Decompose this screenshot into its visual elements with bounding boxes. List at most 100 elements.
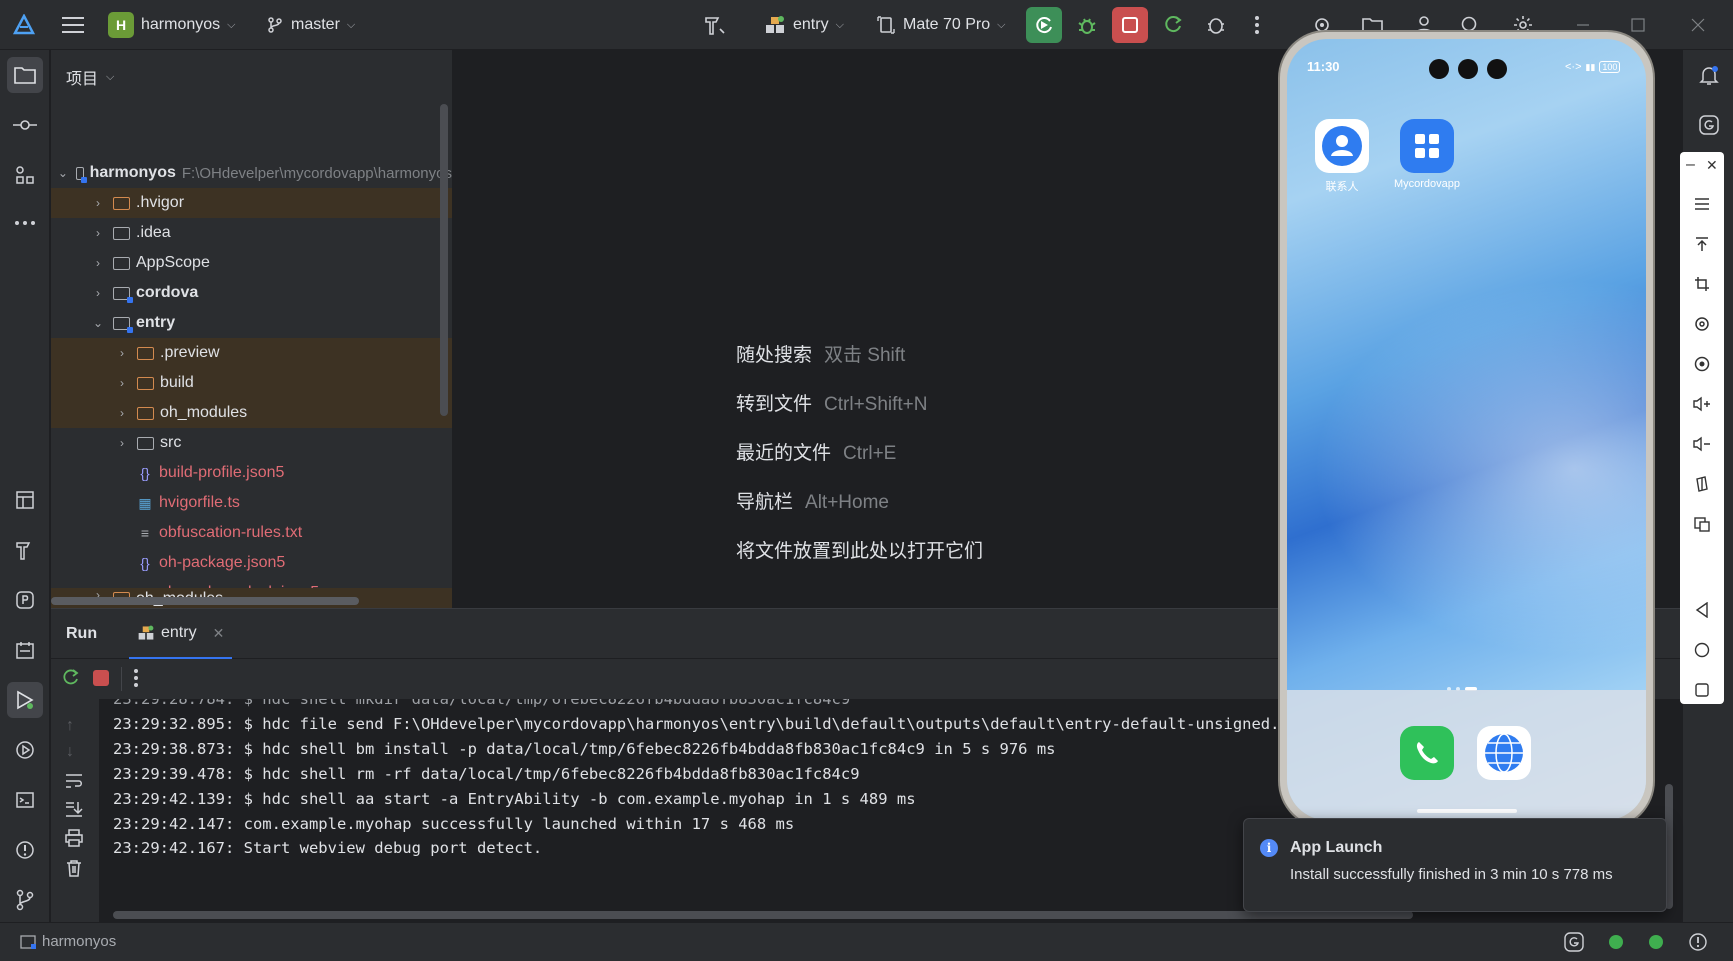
problems-icon[interactable] xyxy=(7,832,43,868)
rerun-icon[interactable] xyxy=(61,668,81,688)
arrow-up-icon[interactable]: ↑ xyxy=(66,717,74,735)
battery-icon: 100 xyxy=(1599,61,1621,73)
todo-calendar-icon[interactable] xyxy=(7,632,43,668)
soft-wrap-icon[interactable] xyxy=(65,773,83,789)
contacts-app-icon[interactable] xyxy=(1315,119,1369,173)
nav-home-icon[interactable] xyxy=(1680,630,1724,670)
services-icon[interactable] xyxy=(7,732,43,768)
app-logo-icon[interactable] xyxy=(6,7,42,43)
more-tools-icon[interactable] xyxy=(7,205,43,241)
run-tool-icon[interactable] xyxy=(7,682,43,718)
run-side-toolbar: ↑ ↓ xyxy=(51,699,99,923)
fold-device-icon[interactable] xyxy=(1680,464,1724,504)
tree-item[interactable]: › build xyxy=(51,368,452,398)
app-launch-notification[interactable]: i App Launch Install successfully finish… xyxy=(1243,818,1667,912)
status-bar: harmonyos xyxy=(0,922,1733,961)
tree-item[interactable]: › AppScope xyxy=(51,248,452,278)
chevron-down-icon: ⌵ xyxy=(997,18,1006,31)
nav-back-icon[interactable] xyxy=(1680,590,1724,630)
stop-icon[interactable] xyxy=(93,670,109,686)
rotate-icon[interactable] xyxy=(1680,304,1724,344)
divider xyxy=(121,667,122,691)
device-selector[interactable]: Mate 70 Pro ⌵ xyxy=(876,0,1006,50)
tree-item[interactable]: › src xyxy=(51,428,452,458)
build-tool-hammer-icon[interactable] xyxy=(7,532,43,568)
codegenie-icon[interactable] xyxy=(1698,114,1720,136)
tree-root[interactable]: ⌄ harmonyos F:\OHdevelper\mycordovapp\ha… xyxy=(51,158,452,188)
main-menu-icon[interactable] xyxy=(55,7,91,43)
emulator-close-icon[interactable]: ✕ xyxy=(1706,157,1718,174)
arrow-down-icon[interactable]: ↓ xyxy=(66,743,74,761)
chevron-down-icon: ⌵ xyxy=(835,18,844,31)
tree-item[interactable]: ≡ obfuscation-rules.txt xyxy=(51,518,452,548)
record-icon[interactable] xyxy=(1680,344,1724,384)
apply-changes-button[interactable] xyxy=(1155,7,1191,43)
module-folder-icon xyxy=(113,316,133,333)
status-project[interactable]: harmonyos xyxy=(20,933,116,950)
close-window-icon[interactable] xyxy=(1680,7,1716,43)
run-tab-entry[interactable]: entry ✕ xyxy=(129,609,233,659)
hint-recent-files: 最近的文件 Ctrl+E xyxy=(736,438,896,465)
run-config-name: entry xyxy=(793,16,829,33)
close-tab-icon[interactable]: ✕ xyxy=(213,625,225,642)
tree-item[interactable]: › .idea xyxy=(51,218,452,248)
problems-status-icon[interactable] xyxy=(1688,932,1708,952)
codegenie-status-icon[interactable] xyxy=(1564,932,1584,952)
clear-trash-icon[interactable] xyxy=(65,859,83,877)
tree-item[interactable]: {} build-profile.json5 xyxy=(51,458,452,488)
tree-item[interactable]: ⌄ entry xyxy=(51,308,452,338)
folder-icon xyxy=(113,256,130,270)
project-horizontal-scrollbar[interactable] xyxy=(51,597,359,605)
tree-item[interactable]: › .hvigor xyxy=(51,188,452,218)
print-icon[interactable] xyxy=(65,829,83,847)
project-selector[interactable]: H harmonyos ⌵ xyxy=(108,0,236,50)
nav-recents-icon[interactable] xyxy=(1680,670,1724,710)
emulator-minimize-icon[interactable]: – xyxy=(1686,156,1695,174)
tree-item-label: hvigorfile.ts xyxy=(159,494,240,511)
rerun-button[interactable] xyxy=(1026,7,1062,43)
connection-status-icon[interactable] xyxy=(1609,935,1623,949)
structure-icon[interactable] xyxy=(7,157,43,193)
profiler-icon xyxy=(1208,18,1224,34)
project-view-selector[interactable]: 项目 ⌵ xyxy=(66,65,114,89)
scroll-to-end-icon[interactable] xyxy=(65,801,83,817)
console-horizontal-scrollbar[interactable] xyxy=(113,911,1413,919)
tree-item[interactable]: › cordova xyxy=(51,278,452,308)
multi-window-icon[interactable] xyxy=(1680,504,1724,544)
volume-up-icon[interactable] xyxy=(1680,384,1724,424)
pin-top-icon[interactable] xyxy=(1680,224,1724,264)
run-config-selector[interactable]: entry ⌵ xyxy=(764,0,844,50)
browser-app-icon[interactable] xyxy=(1477,726,1531,780)
volume-down-icon[interactable] xyxy=(1680,424,1724,464)
more-actions-button[interactable] xyxy=(1239,7,1275,43)
terminal-icon[interactable] xyxy=(7,782,43,818)
build-hammer-icon[interactable] xyxy=(696,7,732,43)
project-vertical-scrollbar[interactable] xyxy=(440,104,448,416)
layout-inspector-icon[interactable] xyxy=(7,482,43,518)
profiler-button[interactable] xyxy=(1198,7,1234,43)
branch-selector[interactable]: master ⌵ xyxy=(266,0,355,50)
phone-dock xyxy=(1287,690,1646,820)
mycordovapp-app-icon[interactable] xyxy=(1400,119,1454,173)
git-icon[interactable] xyxy=(7,882,43,918)
home-indicator[interactable] xyxy=(1417,809,1517,813)
tree-item[interactable]: › oh_modules xyxy=(51,398,452,428)
tree-item[interactable]: › .preview xyxy=(51,338,452,368)
phone-screen[interactable]: 11:30 <·> ▮▮ 100 联系人 Mycordovapp xyxy=(1287,39,1646,820)
device-status-icon[interactable] xyxy=(1649,935,1663,949)
notifications-bell-icon[interactable] xyxy=(1698,64,1720,86)
project-tool-folder-icon[interactable] xyxy=(7,57,43,93)
hint-shortcut: Ctrl+Shift+N xyxy=(824,394,928,415)
tree-item[interactable]: ▦ hvigorfile.ts xyxy=(51,488,452,518)
debug-button[interactable] xyxy=(1069,7,1105,43)
tree-item[interactable]: {} oh-package.json5 xyxy=(51,548,452,578)
project-badge: H xyxy=(108,12,134,38)
screenshot-crop-icon[interactable] xyxy=(1680,264,1724,304)
phone-status-icons: <·> ▮▮ 100 xyxy=(1565,61,1621,73)
commit-icon[interactable] xyxy=(7,107,43,143)
profiler-tool-icon[interactable] xyxy=(7,582,43,618)
phone-call-app-icon[interactable] xyxy=(1400,726,1454,780)
emulator-menu-icon[interactable] xyxy=(1680,184,1724,224)
stop-button[interactable] xyxy=(1112,7,1148,43)
more-vertical-icon[interactable] xyxy=(133,668,139,688)
